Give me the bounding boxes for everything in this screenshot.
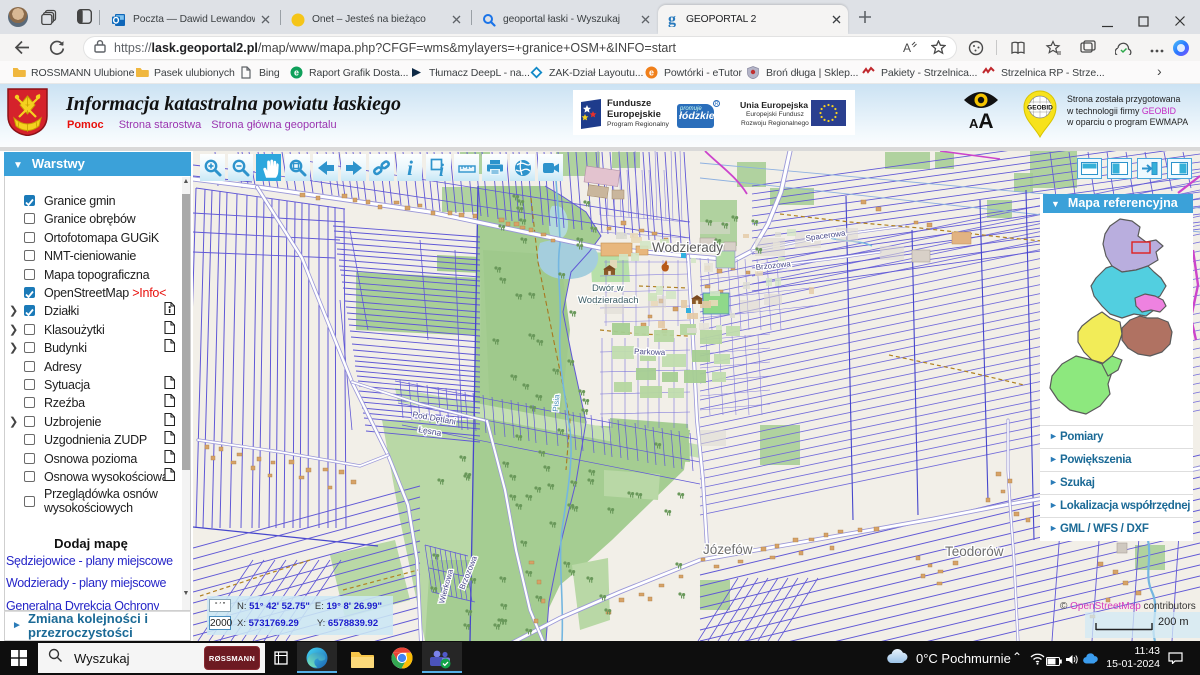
svg-text:Parkowa: Parkowa <box>634 347 666 357</box>
svg-text:i: i <box>407 158 413 178</box>
svg-text:Wodzieradach: Wodzieradach <box>578 295 639 306</box>
svg-text:Pisia: Pisia <box>551 394 562 413</box>
svg-text:e: e <box>649 67 654 77</box>
svg-text:Józefów: Józefów <box>703 542 753 557</box>
svg-text:g: g <box>668 11 676 27</box>
svg-text:Dwór w: Dwór w <box>592 283 624 294</box>
svg-text:Teodorów: Teodorów <box>945 544 1004 559</box>
svg-text:i: i <box>438 160 443 178</box>
svg-text:GEOBID: GEOBID <box>1027 105 1053 112</box>
svg-text:e: e <box>294 67 299 77</box>
svg-text:Wodzierady: Wodzierady <box>652 240 723 255</box>
svg-text:A: A <box>903 41 911 54</box>
